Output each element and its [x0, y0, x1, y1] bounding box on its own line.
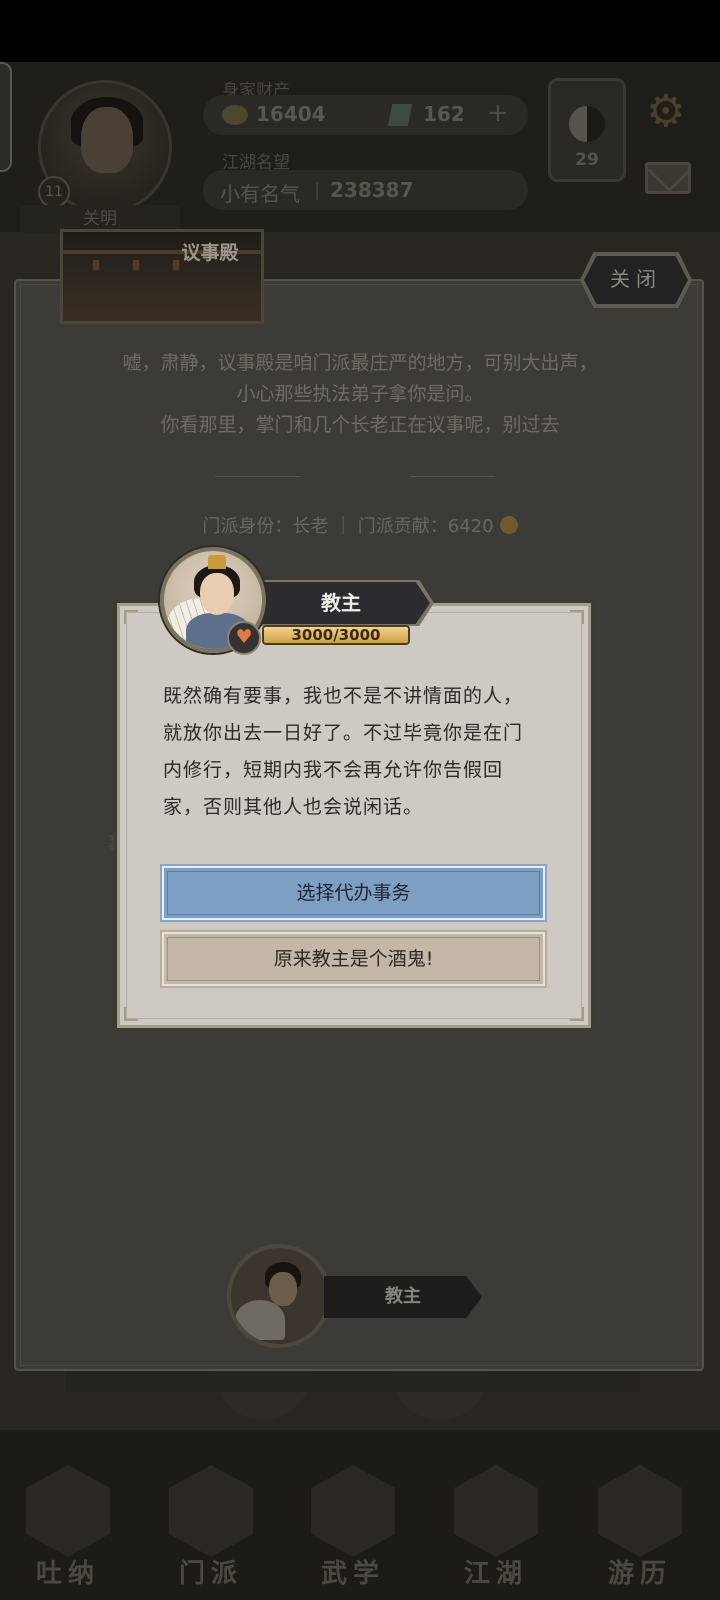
- sect-info-text: 门派身份：长老 ｜ 门派贡献：6420: [202, 516, 494, 537]
- hall-title: 议事殿: [181, 242, 239, 264]
- divider: [410, 476, 495, 477]
- divider: [215, 476, 300, 477]
- assets-pill: [203, 95, 528, 135]
- add-currency-button[interactable]: +: [487, 98, 509, 128]
- contribution-coin-icon: [499, 516, 518, 534]
- lantern: [93, 260, 99, 270]
- fame-separator: |: [314, 180, 321, 201]
- dialog-text-line: 就放你出去一日好了。不过毕竟你是在门: [163, 722, 524, 744]
- player-level-badge: 11: [38, 176, 70, 208]
- nav-item-tuna[interactable]: 吐纳: [22, 1465, 114, 1589]
- nav-label: 武学: [320, 1559, 385, 1589]
- npc-nameplate: 教主: [252, 582, 430, 624]
- corner-ornament: [570, 1007, 584, 1021]
- side-drawer-tab[interactable]: [0, 62, 12, 172]
- nav-item-menpai[interactable]: 门派: [165, 1465, 257, 1589]
- avatar-face: [81, 107, 133, 173]
- nav-label: 门派: [178, 1559, 243, 1589]
- choice-label: 选择代办事务: [296, 882, 411, 904]
- npc-portrait-small[interactable]: [227, 1244, 331, 1348]
- nav-hex-icon: [311, 1465, 395, 1557]
- choice-label: 原来教主是个酒鬼!: [273, 948, 434, 970]
- mail-icon[interactable]: [645, 162, 691, 194]
- fame-value: 238387: [330, 178, 414, 202]
- npc-face: [269, 1272, 297, 1306]
- dialog-text: 既然确有要事，我也不是不讲情面的人， 就放你出去一日好了。不过毕竟你是在门 内修…: [163, 678, 553, 826]
- corner-ornament: [124, 610, 138, 624]
- lantern: [133, 260, 139, 270]
- hall-description-line: 嘘，肃静，议事殿是咱门派最庄严的地方，可别大出声，: [122, 352, 598, 374]
- choice-drunkard-button[interactable]: 原来教主是个酒鬼!: [162, 932, 545, 986]
- sect-info: 门派身份：长老 ｜ 门派贡献：6420: [30, 512, 690, 538]
- panel-shadow: [65, 1372, 640, 1392]
- dialog-text-line: 既然确有要事，我也不是不讲情面的人，: [163, 685, 524, 707]
- nav-hex-icon: [598, 1465, 682, 1557]
- nav-label: 江湖: [463, 1559, 528, 1589]
- dialog-text-line: 内修行，短期内我不会再允许你告假回: [163, 759, 504, 781]
- nav-hex-icon: [26, 1465, 110, 1557]
- nav-label: 吐纳: [35, 1559, 100, 1589]
- nav-item-youli[interactable]: 游历: [594, 1465, 686, 1589]
- dialog-text-line: 家，否则其他人也会说闲话。: [163, 796, 424, 818]
- favor-bar: 3000/3000: [262, 625, 410, 645]
- heart-icon: ♥: [227, 621, 261, 655]
- close-button[interactable]: 关闭: [584, 256, 688, 304]
- nav-hex-icon: [454, 1465, 538, 1557]
- choice-delegate-tasks-button[interactable]: 选择代办事务: [162, 866, 545, 920]
- taiji-count: 29: [575, 150, 599, 170]
- crown-icon: [208, 555, 226, 569]
- corner-ornament: [570, 610, 584, 624]
- fan-icon: [235, 1300, 285, 1340]
- corner-ornament: [124, 1007, 138, 1021]
- nav-label: 游历: [607, 1559, 672, 1589]
- nav-item-wuxue[interactable]: 武学: [307, 1465, 399, 1589]
- hall-description-line: 你看那里，掌门和几个长老正在议事呢，别过去: [160, 414, 560, 436]
- gold-value: 16404: [256, 102, 326, 126]
- fame-title: 小有名气: [220, 182, 300, 206]
- gear-icon[interactable]: ⚙: [646, 90, 685, 134]
- hall-description: 嘘，肃静，议事殿是咱门派最庄严的地方，可别大出声， 小心那些执法弟子拿你是问。 …: [30, 348, 690, 441]
- npc-name-small[interactable]: 教主: [324, 1276, 482, 1318]
- nav-hex-icon: [169, 1465, 253, 1557]
- hall-description-line: 小心那些执法弟子拿你是问。: [236, 383, 484, 405]
- taiji-icon: [569, 106, 605, 142]
- gold-ingot-icon: [222, 105, 248, 125]
- npc-face: [200, 573, 234, 615]
- favor-value: 3000/3000: [291, 626, 381, 644]
- status-bar: [0, 0, 720, 62]
- nav-item-jianghu[interactable]: 江湖: [450, 1465, 542, 1589]
- jade-value: 162: [423, 102, 465, 126]
